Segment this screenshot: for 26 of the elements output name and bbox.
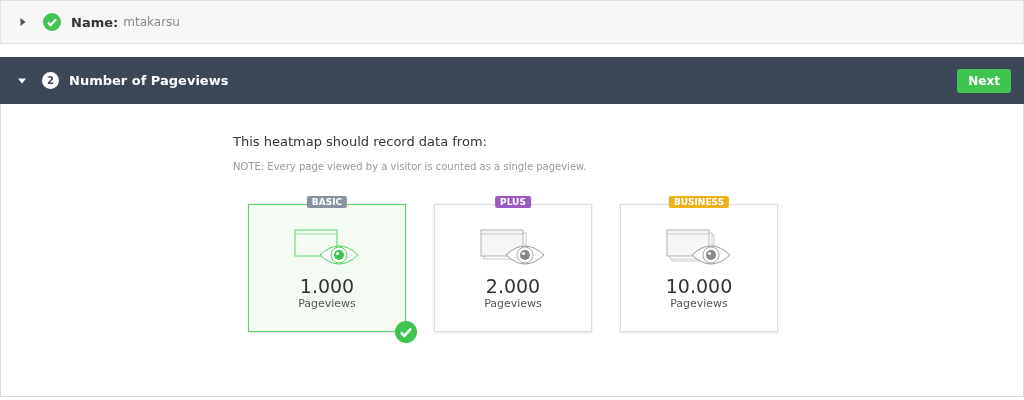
caret-icon[interactable] xyxy=(19,18,27,26)
note-text: NOTE: Every page viewed by a visitor is counted as a single pageview. xyxy=(233,161,587,172)
step-number: 2 xyxy=(42,72,59,89)
pageview-count: 1.000 xyxy=(299,275,355,297)
pageview-unit: Pageviews xyxy=(670,297,728,310)
plan-badge: BASIC xyxy=(306,196,348,208)
pageview-count: 10.000 xyxy=(665,275,733,297)
plan-card[interactable]: 2.000 Pageviews xyxy=(434,204,592,332)
step-header[interactable]: Name: mtakarsu xyxy=(0,0,1024,44)
browser-eye-icon xyxy=(666,229,732,267)
step-value: mtakarsu xyxy=(123,15,180,29)
caret-icon[interactable] xyxy=(18,76,26,85)
pageview-count: 2.000 xyxy=(485,275,541,297)
check-icon xyxy=(395,321,417,343)
pageview-unit: Pageviews xyxy=(298,297,356,310)
step-header[interactable]: 2 Number of Pageviews Next xyxy=(0,57,1024,104)
plan-card[interactable]: 1.000 Pageviews xyxy=(248,204,406,332)
pageview-unit: Pageviews xyxy=(484,297,542,310)
step-title: Number of Pageviews xyxy=(69,73,230,88)
step-title: Name: xyxy=(71,14,119,30)
plan-badge: PLUS xyxy=(495,196,531,208)
section-heading: This heatmap should record data from: xyxy=(233,134,488,149)
browser-eye-icon xyxy=(480,229,546,267)
browser-eye-icon xyxy=(294,229,360,267)
plan-card[interactable]: 10.000 Pageviews xyxy=(620,204,778,332)
plan-badge: BUSINESS xyxy=(668,196,730,208)
